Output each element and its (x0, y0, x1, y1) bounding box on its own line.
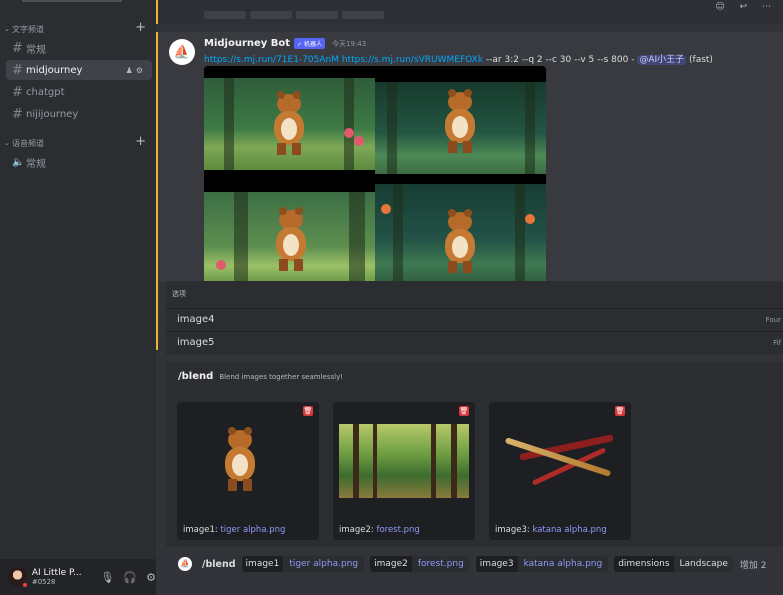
user-controls: 🎙 🎧 ⚙ (100, 571, 156, 584)
command-description: Blend images together seamlessly! (219, 373, 344, 381)
card-caption: image3: katana alpha.png (495, 525, 607, 535)
author-name[interactable]: Midjourney Bot (204, 38, 290, 49)
deafen-headphones-icon[interactable]: 🎧 (123, 571, 137, 584)
category-text-channels[interactable]: ⌄ 文字频道 + (0, 20, 156, 37)
option-description: Fif (773, 338, 781, 347)
trash-icon[interactable]: 🗑 (459, 406, 469, 416)
katana-thumbnail (489, 402, 631, 512)
user-panel: AI Little P... #0528 🎙 🎧 ⚙ (0, 559, 156, 595)
speed-label: (fast) (686, 55, 713, 65)
message-content: https://s.mj.run/71E1-705AnM https://s.m… (204, 52, 713, 65)
options-title: 选项 (172, 290, 186, 298)
grid-image-4[interactable] (375, 184, 546, 284)
category-label: 文字频道 (12, 24, 44, 34)
bot-message: ⛵ Midjourney Bot ✓ 机器人 今天19:43 https://s… (156, 32, 783, 350)
blend-card-image3[interactable]: 🗑 image3: katana alpha.png (489, 402, 631, 540)
blend-card-image1[interactable]: 🗑 image1: tiger alpha.png (177, 402, 319, 540)
status-dot (20, 581, 29, 589)
input-command: /blend (202, 558, 236, 570)
option-image4[interactable]: image4 Four (166, 308, 783, 330)
avatar[interactable] (8, 567, 29, 589)
prompt-link-1[interactable]: https://s.mj.run/71E1-705AnM (204, 55, 339, 65)
param-image1[interactable]: image1 tiger alpha.png (241, 556, 365, 572)
option-image5[interactable]: image5 Fif (166, 331, 783, 353)
message-hover-icons[interactable]: ☺ ↩ ⋯ (715, 2, 777, 12)
card-caption: image1: tiger alpha.png (183, 525, 286, 535)
channel-label: chatgpt (26, 86, 65, 98)
blend-command-panel: /blend Blend images together seamlessly!… (166, 362, 783, 547)
add-more-params[interactable]: 增加 2 (740, 558, 767, 571)
user-mention[interactable]: @AI小王子 (637, 55, 687, 65)
image-grid[interactable] (204, 66, 546, 316)
previous-message-strip: ☺ ↩ ⋯ (156, 0, 783, 24)
param-dimensions[interactable]: dimensions Landscape (614, 556, 734, 572)
button-placeholder[interactable] (250, 11, 292, 19)
param-image2[interactable]: image2 forest.png (370, 556, 470, 572)
channel-midjourney[interactable]: # midjourney ♟⚙ (6, 60, 152, 80)
tiger-thumbnail (223, 427, 273, 496)
sidebar-top-edge (0, 0, 156, 4)
bot-sailboat-icon: ⛵ (178, 557, 192, 571)
chat-area: ☺ ↩ ⋯ ⛵ Midjourney Bot ✓ 机器人 今天19:43 htt… (156, 0, 783, 595)
prompt-link-2[interactable]: https://s.mj.run/sVRUWMEFOXk (342, 55, 483, 65)
blend-header: /blend Blend images together seamlessly! (178, 371, 343, 382)
option-label: image5 (177, 337, 215, 348)
add-channel-icon[interactable]: + (135, 134, 146, 149)
button-placeholder[interactable] (296, 11, 338, 19)
user-tag: #0528 (31, 578, 56, 586)
channel-label: 常规 (26, 158, 46, 170)
button-placeholder[interactable] (204, 11, 246, 19)
option-description: Four (765, 315, 781, 324)
file-name[interactable]: katana alpha.png (532, 525, 606, 535)
hash-icon: # (12, 40, 23, 56)
channel-label: midjourney (26, 64, 83, 76)
channel-label: nijijourney (26, 108, 79, 120)
grid-image-3[interactable] (204, 192, 375, 282)
channel-nijijourney[interactable]: # nijijourney (6, 104, 152, 124)
forest-thumbnail (339, 424, 469, 498)
card-caption: image2: forest.png (339, 525, 420, 535)
bot-avatar-sailboat-icon[interactable]: ⛵ (169, 39, 195, 65)
mention-accent-bar (156, 32, 158, 350)
channel-chatgpt[interactable]: # chatgpt (6, 82, 152, 102)
param-image3[interactable]: image3 katana alpha.png (475, 556, 609, 572)
chevron-down-icon: ⌄ (4, 25, 10, 33)
file-name[interactable]: forest.png (376, 525, 419, 535)
trash-icon[interactable]: 🗑 (303, 406, 313, 416)
channel-sidebar: ⌄ 文字频道 + # 常规 # midjourney ♟⚙ # chatgpt … (0, 0, 156, 595)
voice-channel-general[interactable]: 🔈 常规 (6, 152, 152, 172)
option-label: image4 (177, 314, 215, 325)
channel-tools[interactable]: ♟⚙ (126, 66, 146, 75)
gear-icon[interactable]: ⚙ (136, 66, 146, 75)
message-header: Midjourney Bot ✓ 机器人 今天19:43 (204, 38, 366, 49)
bot-badge: ✓ 机器人 (294, 38, 325, 49)
message-input[interactable]: ⛵ /blend image1 tiger alpha.png image2 for… (166, 551, 783, 577)
prompt-params: --ar 3:2 --q 2 --c 30 --v 5 --s 800 - (483, 55, 638, 65)
hash-icon: # (12, 62, 23, 78)
timestamp: 今天19:43 (332, 39, 367, 48)
grid-image-1[interactable] (204, 78, 375, 170)
file-name[interactable]: tiger alpha.png (220, 525, 285, 535)
channel-general[interactable]: # 常规 (6, 38, 152, 58)
autocomplete-options: 选项 image4 Four image5 Fif (166, 281, 783, 355)
button-placeholder[interactable] (342, 11, 384, 19)
grid-image-2[interactable] (375, 82, 546, 174)
add-channel-icon[interactable]: + (135, 20, 146, 35)
invite-icon[interactable]: ♟ (126, 66, 136, 75)
user-info[interactable]: AI Little P... #0528 (32, 568, 87, 586)
mention-accent-bar (156, 0, 158, 24)
blend-card-image2[interactable]: 🗑 image2: forest.png (333, 402, 475, 540)
username: AI Little P... (31, 568, 82, 578)
category-label: 语音频道 (12, 138, 44, 148)
channel-label: 常规 (26, 44, 46, 56)
chevron-down-icon: ⌄ (4, 139, 10, 147)
gear-icon[interactable]: ⚙ (146, 571, 156, 584)
hash-icon: # (12, 84, 23, 100)
command-name: /blend (178, 371, 214, 382)
hash-icon: # (12, 106, 23, 122)
category-voice-channels[interactable]: ⌄ 语音频道 + (0, 134, 156, 151)
mute-mic-icon[interactable]: 🎙 (100, 571, 114, 584)
speaker-icon: 🔈 (12, 156, 25, 168)
